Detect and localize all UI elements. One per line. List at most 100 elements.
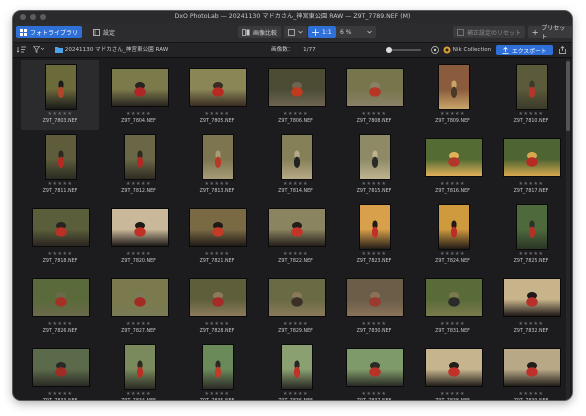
thumbnail-size-slider[interactable] — [387, 49, 421, 51]
photo-thumbnail[interactable] — [437, 204, 470, 250]
rating-stars[interactable]: ★★★★★ — [21, 251, 99, 257]
rating-stars[interactable]: ★★★★★ — [335, 181, 413, 187]
rating-stars[interactable]: ★★★★★ — [21, 111, 99, 117]
photo-thumbnail-cell[interactable]: ★★★★★ Z9T_7814.NEF — [257, 130, 335, 200]
photo-thumbnail-cell[interactable]: ★★★★★ Z9T_7818.NEF — [21, 200, 99, 270]
tab-photo-library[interactable]: フォトライブラリ — [16, 26, 83, 38]
photo-thumbnail-cell[interactable]: ★★★★★ Z9T_7826.NEF — [21, 270, 99, 340]
grid-scroll-thumb[interactable] — [566, 61, 570, 131]
photo-thumbnail-cell[interactable]: ★★★★★ Z9T_7832.NEF — [492, 270, 570, 340]
rating-stars[interactable]: ★★★★★ — [335, 111, 413, 117]
rating-stars[interactable]: ★★★★★ — [492, 321, 570, 327]
rating-stars[interactable]: ★★★★★ — [21, 391, 99, 397]
photo-thumbnail-cell[interactable]: ★★★★★ Z9T_7815.NEF — [335, 130, 413, 200]
photo-thumbnail[interactable] — [280, 344, 313, 390]
photo-thumbnail-cell[interactable]: ★★★★★ Z9T_7838.NEF — [414, 340, 492, 400]
rating-stars[interactable]: ★★★★★ — [178, 391, 256, 397]
photo-thumbnail[interactable] — [123, 344, 156, 390]
rating-stars[interactable]: ★★★★★ — [335, 391, 413, 397]
photo-thumbnail[interactable] — [516, 64, 548, 110]
photo-thumbnail-cell[interactable]: ★★★★★ Z9T_7837.NEF — [335, 340, 413, 400]
rating-stars[interactable]: ★★★★★ — [100, 111, 178, 117]
rating-stars[interactable]: ★★★★★ — [414, 321, 492, 327]
photo-thumbnail-cell[interactable]: ★★★★★ Z9T_7827.NEF — [100, 270, 178, 340]
rating-stars[interactable]: ★★★★★ — [178, 181, 256, 187]
rating-stars[interactable]: ★★★★★ — [492, 111, 570, 117]
rating-stars[interactable]: ★★★★★ — [257, 181, 335, 187]
compare-button[interactable]: 画像比較 — [238, 26, 282, 38]
rating-stars[interactable]: ★★★★★ — [414, 111, 492, 117]
rating-stars[interactable]: ★★★★★ — [335, 251, 413, 257]
photo-thumbnail[interactable] — [346, 67, 404, 107]
tab-customize[interactable]: 設定 — [89, 26, 119, 38]
photo-thumbnail[interactable] — [516, 204, 548, 250]
reset-corrections-button[interactable]: 補正設定のリセット — [453, 26, 526, 38]
rating-stars[interactable]: ★★★★★ — [178, 111, 256, 117]
photo-thumbnail-cell[interactable]: ★★★★★ Z9T_7820.NEF — [100, 200, 178, 270]
export-button[interactable]: エクスポート — [496, 45, 553, 55]
photo-thumbnail-cell[interactable]: ★★★★★ Z9T_7831.NEF — [414, 270, 492, 340]
photo-thumbnail[interactable] — [503, 347, 561, 387]
filter-button[interactable] — [32, 43, 45, 57]
folder-path[interactable]: 20241130 マドカさん_神宮東公園 RAW — [55, 43, 168, 57]
photo-thumbnail-cell[interactable]: ★★★★★ Z9T_7808.NEF — [335, 60, 413, 130]
photo-thumbnail-cell[interactable]: ★★★★★ Z9T_7804.NEF — [100, 60, 178, 130]
photo-thumbnail[interactable] — [503, 277, 561, 317]
rating-stars[interactable]: ★★★★★ — [257, 111, 335, 117]
photo-thumbnail[interactable] — [45, 64, 77, 110]
photo-thumbnail[interactable] — [189, 277, 247, 317]
rating-stars[interactable]: ★★★★★ — [21, 181, 99, 187]
zoom-1to1-button[interactable]: 1:1 — [308, 26, 336, 38]
photo-thumbnail-cell[interactable]: ★★★★★ Z9T_7811.NEF — [21, 130, 99, 200]
preset-button[interactable]: プリセット — [528, 25, 572, 41]
photo-thumbnail[interactable] — [280, 134, 313, 180]
layout-menu-button[interactable] — [284, 26, 307, 38]
photo-thumbnail[interactable] — [424, 277, 483, 317]
photo-thumbnail[interactable] — [32, 277, 90, 317]
rating-stars[interactable]: ★★★★★ — [100, 181, 178, 187]
info-button[interactable] — [431, 43, 439, 57]
photo-thumbnail-cell[interactable]: ★★★★★ Z9T_7823.NEF — [335, 200, 413, 270]
photo-thumbnail-cell[interactable]: ★★★★★ Z9T_7806.NEF — [257, 60, 335, 130]
photo-thumbnail-cell[interactable]: ★★★★★ Z9T_7833.NEF — [21, 340, 99, 400]
rating-stars[interactable]: ★★★★★ — [414, 181, 492, 187]
share-button[interactable] — [559, 43, 566, 57]
photo-thumbnail-cell[interactable]: ★★★★★ Z9T_7817.NEF — [492, 130, 570, 200]
photo-thumbnail-cell[interactable]: ★★★★★ Z9T_7835.NEF — [178, 340, 256, 400]
rating-stars[interactable]: ★★★★★ — [100, 251, 178, 257]
photo-thumbnail[interactable] — [45, 134, 77, 180]
photo-thumbnail[interactable] — [32, 347, 90, 387]
photo-thumbnail-cell[interactable]: ★★★★★ Z9T_7824.NEF — [414, 200, 492, 270]
photo-thumbnail-cell[interactable]: ★★★★★ Z9T_7813.NEF — [178, 130, 256, 200]
photo-thumbnail[interactable] — [359, 204, 391, 250]
sort-button[interactable] — [16, 43, 28, 57]
rating-stars[interactable]: ★★★★★ — [257, 321, 335, 327]
photo-thumbnail[interactable] — [359, 134, 391, 180]
photo-thumbnail-cell[interactable]: ★★★★★ Z9T_7805.NEF — [178, 60, 256, 130]
photo-thumbnail[interactable] — [267, 277, 326, 317]
photo-thumbnail[interactable] — [189, 207, 247, 247]
photo-thumbnail[interactable] — [437, 64, 470, 110]
photo-thumbnail-cell[interactable]: ★★★★★ Z9T_7809.NEF — [414, 60, 492, 130]
photo-thumbnail-cell[interactable]: ★★★★★ Z9T_7810.NEF — [492, 60, 570, 130]
rating-stars[interactable]: ★★★★★ — [178, 321, 256, 327]
rating-stars[interactable]: ★★★★★ — [414, 251, 492, 257]
photo-thumbnail-cell[interactable]: ★★★★★ Z9T_7825.NEF — [492, 200, 570, 270]
photo-thumbnail[interactable] — [32, 207, 90, 247]
rating-stars[interactable]: ★★★★★ — [492, 391, 570, 397]
photo-thumbnail-cell[interactable]: ★★★★★ Z9T_7836.NEF — [257, 340, 335, 400]
rating-stars[interactable]: ★★★★★ — [335, 321, 413, 327]
rating-stars[interactable]: ★★★★★ — [257, 251, 335, 257]
rating-stars[interactable]: ★★★★★ — [178, 251, 256, 257]
nik-collection-button[interactable]: Nik Collection — [443, 43, 491, 57]
zoom-percent-select[interactable]: 6 % — [336, 26, 376, 38]
photo-thumbnail-cell[interactable]: ★★★★★ Z9T_7812.NEF — [100, 130, 178, 200]
photo-thumbnail-cell[interactable]: ★★★★★ Z9T_7816.NEF — [414, 130, 492, 200]
photo-thumbnail[interactable] — [123, 134, 156, 180]
rating-stars[interactable]: ★★★★★ — [257, 391, 335, 397]
photo-thumbnail[interactable] — [346, 347, 404, 387]
photo-thumbnail-cell[interactable]: ★★★★★ Z9T_7834.NEF — [100, 340, 178, 400]
rating-stars[interactable]: ★★★★★ — [492, 181, 570, 187]
photo-thumbnail[interactable] — [110, 67, 169, 107]
photo-thumbnail[interactable] — [267, 207, 326, 247]
